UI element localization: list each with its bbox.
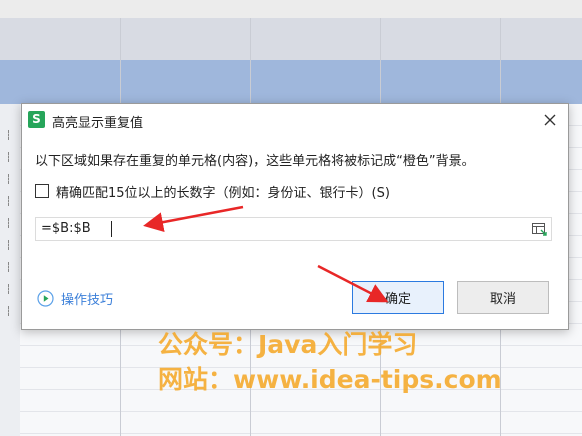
selection-marquee [8,306,17,316]
column-header-band [0,18,582,60]
selection-marquee [8,174,17,184]
ok-button[interactable]: 确定 [352,281,444,314]
operation-tips-label: 操作技巧 [61,293,114,308]
selection-marquee [8,130,17,140]
wps-sheet-app-icon: S [28,111,45,128]
watermark: 公众号：Java入门学习 网站：www.idea-tips.com [158,327,502,397]
dialog-titlebar[interactable]: S 高亮显示重复值 [22,104,568,136]
selection-marquee [8,240,17,250]
selection-marquee [8,152,17,162]
long-number-exact-match-option[interactable]: 精确匹配15位以上的长数字（例如：身份证、银行卡）(S) [35,182,390,201]
watermark-line-1: 公众号：Java入门学习 [158,330,418,359]
long-number-checkbox-label: 精确匹配15位以上的长数字（例如：身份证、银行卡）(S) [56,185,390,201]
selection-marquee [8,284,17,294]
operation-tips-link[interactable]: 操作技巧 [37,289,113,308]
selected-header-band [0,60,582,104]
selection-marquee [8,218,17,228]
watermark-line-2: 网站：www.idea-tips.com [158,365,502,394]
range-picker-button[interactable] [531,221,547,237]
close-button[interactable] [540,110,560,130]
range-select-icon [532,223,547,236]
highlight-duplicates-dialog: S 高亮显示重复值 以下区域如果存在重复的单元格(内容)，这些单元格将被标记成“… [21,103,569,330]
selection-marquee [8,262,17,272]
dialog-title: 高亮显示重复值 [52,116,144,131]
range-input[interactable]: =$B:$B [35,217,552,241]
text-caret [111,221,112,237]
dialog-description: 以下区域如果存在重复的单元格(内容)，这些单元格将被标记成“橙色”背景。 [35,154,475,169]
toolbar-strip [0,0,582,18]
close-icon [544,114,556,126]
selection-marquee [8,196,17,206]
range-input-value: =$B:$B [41,221,91,236]
cancel-button[interactable]: 取消 [457,281,549,314]
play-circle-icon [37,290,54,307]
long-number-checkbox[interactable] [35,184,49,198]
